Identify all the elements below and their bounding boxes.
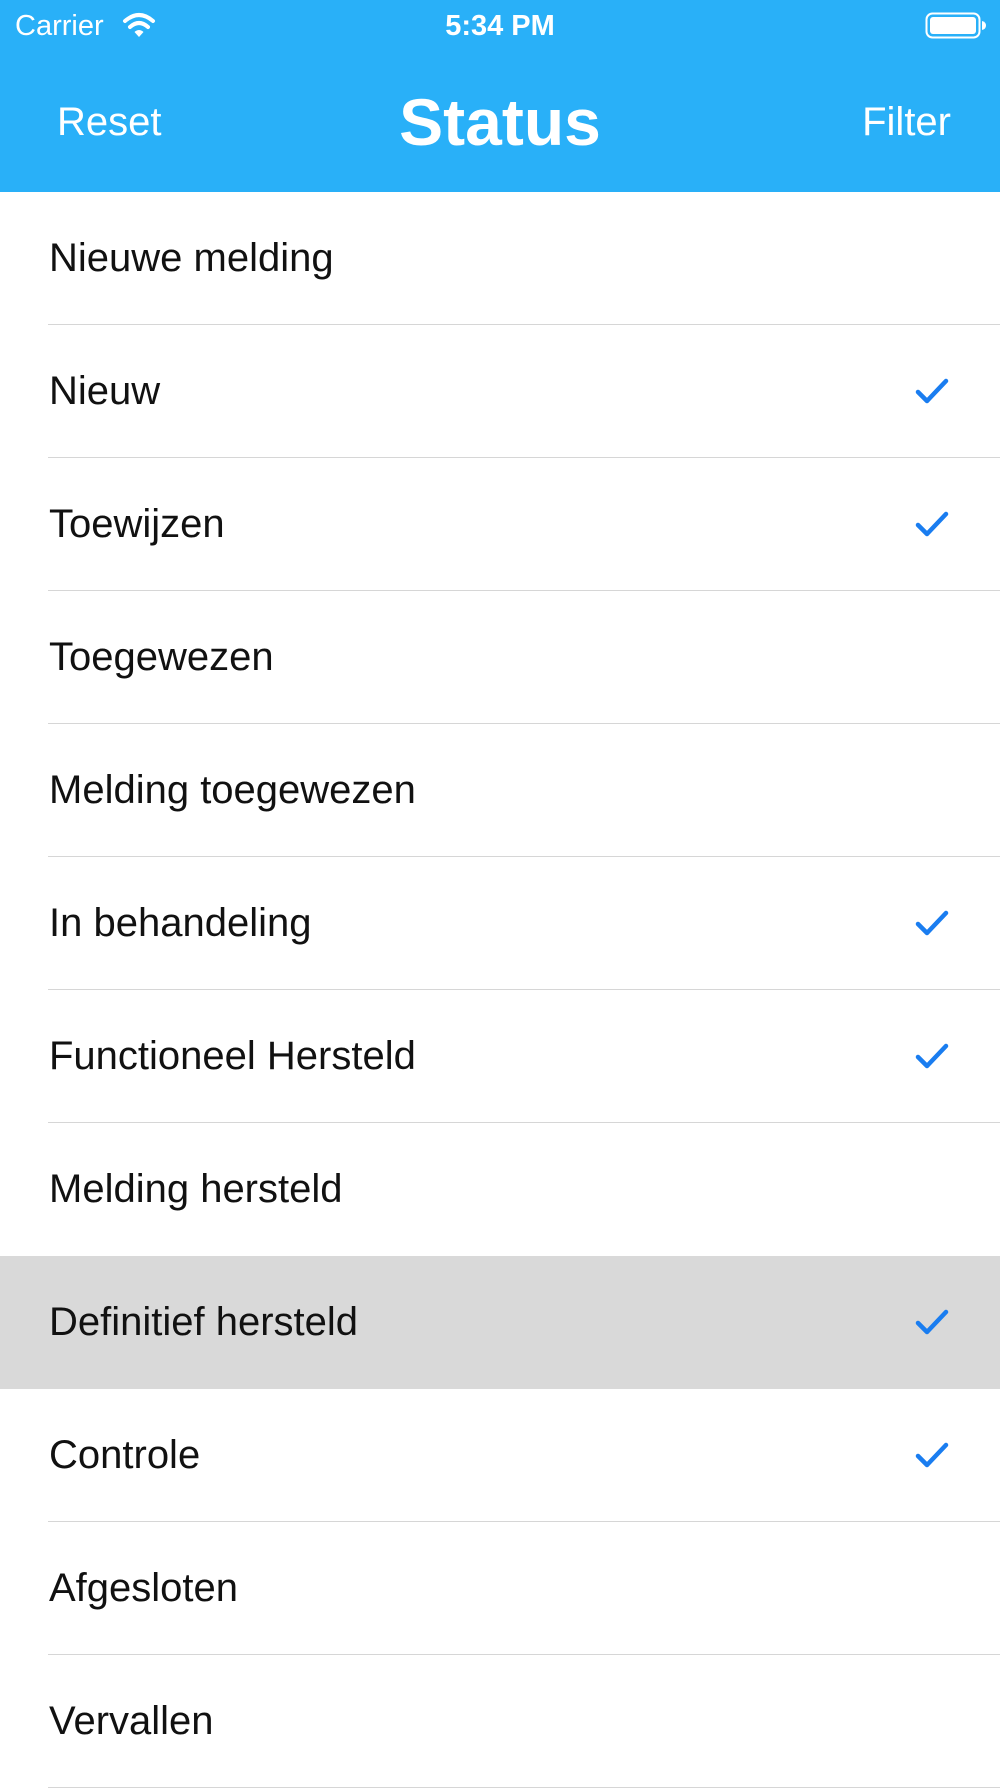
list-item[interactable]: Afgesloten [0, 1522, 1000, 1655]
list-item-label: Toegewezen [49, 635, 274, 679]
clock: 5:34 PM [445, 10, 555, 42]
list-item-label: Afgesloten [49, 1566, 239, 1610]
list-item[interactable]: Melding hersteld [0, 1123, 1000, 1256]
list-item-label: Controle [49, 1433, 201, 1477]
checkmark-icon [915, 1442, 949, 1468]
header: Carrier 5:34 PM Reset Status Filter [0, 0, 1000, 192]
list-item[interactable]: Melding toegewezen [0, 724, 1000, 857]
checkmark-icon [915, 511, 949, 537]
list-item[interactable]: In behandeling [0, 857, 1000, 990]
list-item[interactable]: Toegewezen [0, 591, 1000, 724]
checkmark-icon [915, 910, 949, 936]
list-item[interactable]: Nieuw [0, 325, 1000, 458]
list-item-label: Functioneel Hersteld [49, 1034, 416, 1078]
list-item-label: Melding hersteld [49, 1167, 343, 1211]
status-bar: Carrier 5:34 PM [0, 0, 1000, 52]
list-item-label: Definitief hersteld [49, 1300, 359, 1344]
list-item[interactable]: Functioneel Hersteld [0, 990, 1000, 1123]
list-item[interactable]: Vervallen [0, 1655, 1000, 1788]
list-item-label: In behandeling [49, 901, 312, 945]
list-item-label: Nieuw [49, 369, 161, 413]
list-item-label: Nieuwe melding [49, 236, 334, 280]
checkmark-icon [915, 1043, 949, 1069]
list-item[interactable]: Definitief hersteld [0, 1256, 1000, 1389]
list-item[interactable]: Nieuwe melding [0, 192, 1000, 325]
list-item[interactable]: Controle [0, 1389, 1000, 1522]
list-item-label: Melding toegewezen [49, 768, 416, 812]
checkmark-icon [915, 378, 949, 404]
status-list: Nieuwe melding Nieuw Toewijzen Toegewezen Me… [0, 192, 1000, 1788]
list-item[interactable]: Toewijzen [0, 458, 1000, 591]
list-item-label: Toewijzen [49, 502, 225, 546]
checkmark-icon [915, 1309, 949, 1335]
battery-icon [925, 12, 986, 39]
filter-button[interactable]: Filter [862, 98, 951, 146]
page-title: Status [399, 85, 601, 159]
list-item-label: Vervallen [49, 1699, 214, 1743]
